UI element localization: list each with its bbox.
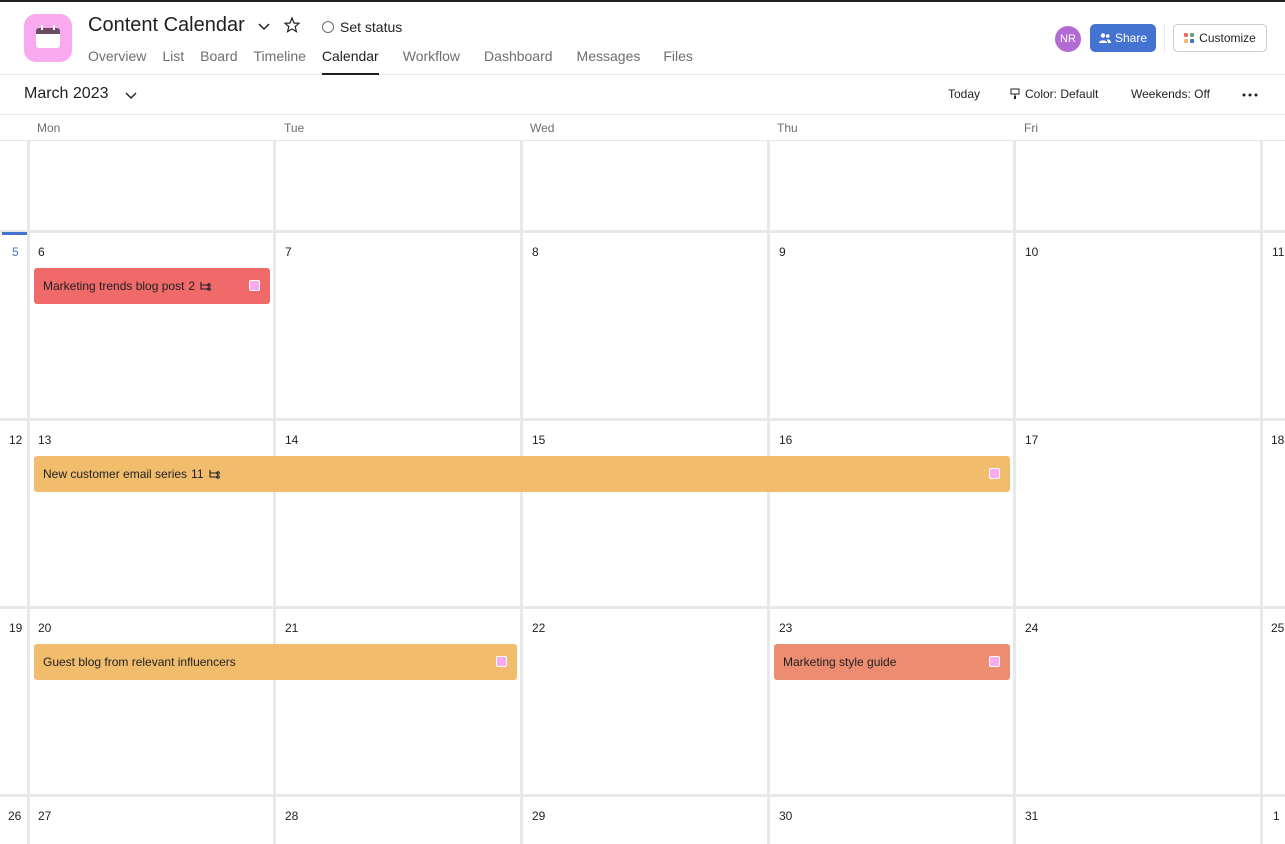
project-color-icon bbox=[496, 656, 507, 667]
dow-mon: Mon bbox=[37, 121, 61, 135]
project-color-icon bbox=[989, 468, 1000, 479]
event-guest-blog[interactable]: Guest blog from relevant influencers bbox=[34, 644, 517, 680]
grid-line bbox=[0, 606, 1285, 609]
project-header: Content Calendar Set status Overview Lis… bbox=[0, 2, 1285, 75]
day-number: 6 bbox=[38, 245, 45, 259]
people-icon bbox=[1098, 33, 1111, 43]
chevron-down-icon[interactable] bbox=[124, 88, 138, 102]
day-number: 21 bbox=[285, 621, 299, 635]
day-number: 30 bbox=[779, 809, 793, 823]
event-title: New customer email series bbox=[43, 467, 188, 481]
grid-line bbox=[1260, 141, 1263, 844]
day-number: 16 bbox=[779, 433, 793, 447]
subtask-count: 11 bbox=[191, 467, 204, 481]
dow-wed: Wed bbox=[530, 121, 555, 135]
tab-overview[interactable]: Overview bbox=[88, 46, 146, 75]
project-color-icon bbox=[249, 280, 260, 291]
subtask-icon bbox=[200, 282, 211, 291]
share-label: Share bbox=[1114, 31, 1148, 45]
customize-label: Customize bbox=[1199, 31, 1256, 45]
day-number: 13 bbox=[38, 433, 52, 447]
week-number: 12 bbox=[9, 433, 23, 447]
tab-files[interactable]: Files bbox=[663, 46, 693, 75]
day-number: 29 bbox=[532, 809, 546, 823]
week-number: 26 bbox=[8, 809, 22, 823]
set-status-button[interactable]: Set status bbox=[322, 18, 402, 36]
day-number: 17 bbox=[1025, 433, 1039, 447]
project-calendar-icon[interactable] bbox=[24, 14, 72, 62]
customize-button[interactable]: Customize bbox=[1173, 24, 1267, 52]
paintbrush-icon bbox=[1010, 88, 1020, 99]
project-color-icon bbox=[989, 656, 1000, 667]
status-circle-icon bbox=[322, 21, 334, 33]
calendar-toolbar: March 2023 Today Color: Default Weekends… bbox=[0, 75, 1285, 115]
subtask-icon bbox=[208, 470, 220, 479]
color-button[interactable]: Color: Default bbox=[1009, 87, 1098, 101]
day-number: 20 bbox=[38, 621, 52, 635]
day-number: 9 bbox=[779, 245, 786, 259]
day-number: 31 bbox=[1025, 809, 1039, 823]
tab-board[interactable]: Board bbox=[200, 46, 237, 75]
event-new-customer-email-series[interactable]: New customer email series 11 bbox=[34, 456, 1010, 492]
day-number: 1 bbox=[1273, 809, 1280, 823]
dow-thu: Thu bbox=[777, 121, 798, 135]
grid-line bbox=[273, 141, 276, 844]
grid-line bbox=[767, 141, 770, 844]
day-number: 27 bbox=[38, 809, 52, 823]
grid-line bbox=[0, 794, 1285, 797]
week-number: 5 bbox=[12, 245, 19, 259]
event-title: Marketing trends blog post bbox=[43, 279, 185, 293]
tab-messages[interactable]: Messages bbox=[577, 46, 641, 75]
event-marketing-trends-blog-post[interactable]: Marketing trends blog post 2 bbox=[34, 268, 270, 304]
chevron-down-icon[interactable] bbox=[256, 18, 272, 34]
project-title[interactable]: Content Calendar bbox=[88, 14, 245, 37]
customize-grid-icon bbox=[1184, 33, 1195, 43]
tab-dashboard[interactable]: Dashboard bbox=[484, 46, 553, 75]
day-of-week-header: Mon Tue Wed Thu Fri bbox=[0, 116, 1285, 141]
dow-fri: Fri bbox=[1024, 121, 1038, 135]
project-tabs: Overview List Board Timeline Calendar Wo… bbox=[88, 46, 709, 75]
color-label: Color: Default bbox=[1025, 87, 1099, 101]
day-number: 10 bbox=[1025, 245, 1039, 259]
avatar[interactable]: NR bbox=[1055, 26, 1081, 52]
day-number: 18 bbox=[1271, 433, 1285, 447]
day-number: 25 bbox=[1271, 621, 1285, 635]
dow-tue: Tue bbox=[284, 121, 305, 135]
current-week-marker bbox=[2, 232, 27, 235]
more-options-icon[interactable] bbox=[1240, 87, 1260, 103]
subtask-count: 2 bbox=[188, 279, 196, 293]
day-number: 24 bbox=[1025, 621, 1039, 635]
grid-line bbox=[0, 230, 1285, 233]
tab-workflow[interactable]: Workflow bbox=[403, 46, 460, 75]
day-number: 11 bbox=[1272, 245, 1285, 259]
tab-list[interactable]: List bbox=[162, 46, 184, 75]
weekends-button[interactable]: Weekends: Off bbox=[1131, 87, 1210, 101]
tab-calendar[interactable]: Calendar bbox=[321, 46, 379, 75]
day-number: 7 bbox=[285, 245, 292, 259]
grid-line bbox=[1013, 141, 1016, 844]
today-button[interactable]: Today bbox=[948, 87, 980, 101]
day-number: 28 bbox=[285, 809, 299, 823]
day-number: 15 bbox=[532, 433, 546, 447]
grid-line bbox=[520, 141, 523, 844]
day-number: 8 bbox=[532, 245, 539, 259]
event-marketing-style-guide[interactable]: Marketing style guide bbox=[774, 644, 1010, 680]
month-label[interactable]: March 2023 bbox=[24, 85, 109, 103]
star-icon[interactable] bbox=[283, 16, 301, 34]
day-number: 14 bbox=[285, 433, 299, 447]
header-divider bbox=[1164, 24, 1165, 52]
week-number: 19 bbox=[9, 621, 23, 635]
day-number: 22 bbox=[532, 621, 546, 635]
grid-line bbox=[27, 141, 30, 844]
calendar-grid: 5 6 7 8 9 10 11 12 13 14 15 16 17 18 19 … bbox=[0, 141, 1285, 844]
grid-line bbox=[0, 418, 1285, 421]
tab-timeline[interactable]: Timeline bbox=[254, 46, 306, 75]
event-title: Marketing style guide bbox=[783, 655, 897, 669]
event-title: Guest blog from relevant influencers bbox=[43, 655, 236, 669]
set-status-label: Set status bbox=[340, 19, 403, 35]
day-number: 23 bbox=[779, 621, 793, 635]
share-button[interactable]: Share bbox=[1090, 24, 1156, 52]
